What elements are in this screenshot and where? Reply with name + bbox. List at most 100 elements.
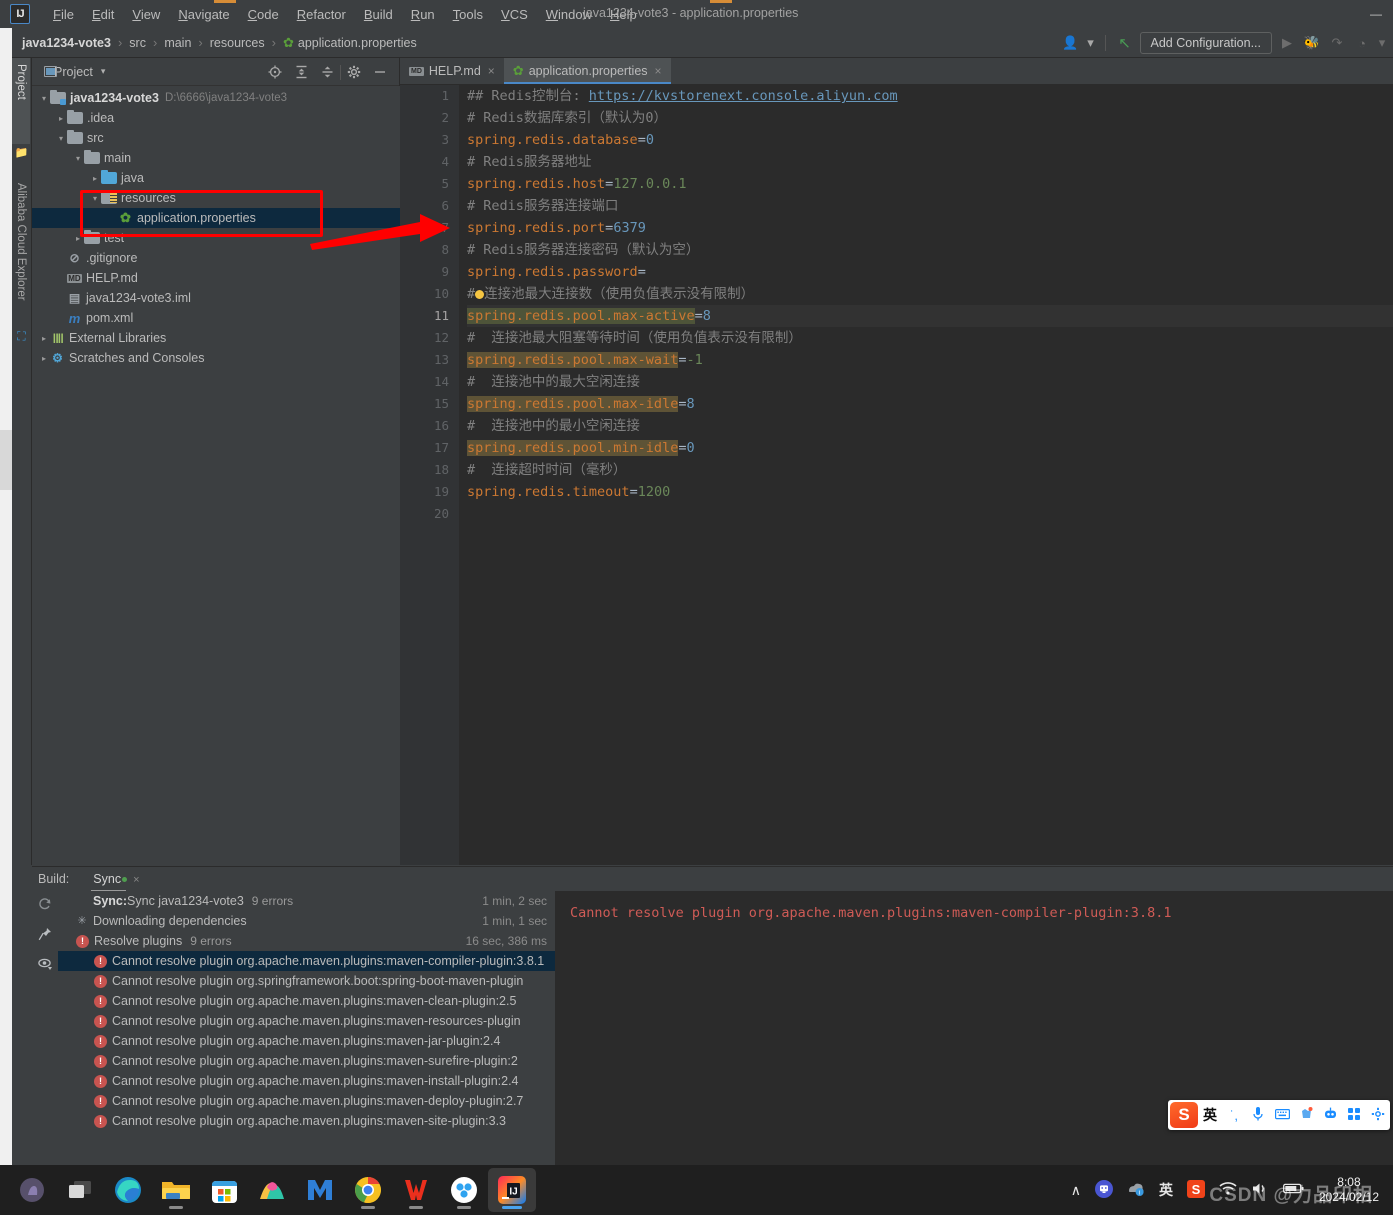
volume-icon[interactable] (1251, 1181, 1269, 1199)
pin-icon[interactable] (38, 927, 52, 944)
code-line[interactable]: # 连接超时时间（毫秒） (467, 459, 1393, 481)
ime-apps-icon[interactable] (1342, 1107, 1366, 1124)
code-line[interactable]: spring.redis.pool.max-active=8 (467, 305, 1393, 327)
tree-node-pom-xml[interactable]: m pom.xml (32, 308, 400, 328)
build-message-row[interactable]: ! Cannot resolve plugin org.apache.maven.… (58, 1071, 555, 1091)
ime-skin-icon[interactable] (1294, 1106, 1318, 1124)
tree-node-java[interactable]: ▸ java (32, 168, 400, 188)
build-message-row[interactable]: ! Cannot resolve plugin org.apache.maven.… (58, 951, 555, 971)
expand-chevron-icon[interactable]: ▾ (38, 94, 50, 103)
profiler-icon[interactable]: ◔ (1352, 36, 1372, 51)
code-content[interactable]: ## Redis控制台: https://kvstorenext.console… (459, 85, 1393, 865)
build-message-row[interactable]: ! Cannot resolve plugin org.apache.maven.… (58, 1051, 555, 1071)
code-line[interactable]: # Redis服务器连接密码（默认为空） (467, 239, 1393, 261)
menu-item-file[interactable]: File (44, 4, 83, 25)
ime-punctuation-icon[interactable]: ˙, (1222, 1108, 1246, 1123)
menu-item-view[interactable]: View (123, 4, 169, 25)
tree-node-java1234-vote3-iml[interactable]: ▤ java1234-vote3.iml (32, 288, 400, 308)
breadcrumb-item-2[interactable]: main (164, 36, 191, 50)
menu-item-edit[interactable]: Edit (83, 4, 123, 25)
add-configuration-button[interactable]: Add Configuration... (1139, 32, 1272, 54)
chevron-down-icon[interactable]: ▾ (1086, 35, 1096, 51)
build-message-row[interactable]: ! Cannot resolve plugin org.springframewo… (58, 971, 555, 991)
taskbar-google-chrome[interactable] (344, 1168, 392, 1212)
build-hammer-icon[interactable]: ↖ (1115, 34, 1135, 52)
expand-chevron-icon[interactable]: ▸ (38, 334, 50, 343)
expand-chevron-icon[interactable]: ▾ (55, 134, 67, 143)
build-message-row[interactable]: ! Resolve plugins 9 errors 16 sec, 386 ms (58, 931, 555, 951)
menu-item-run[interactable]: Run (402, 4, 444, 25)
taskbar-microsoft-edge[interactable] (104, 1168, 152, 1212)
close-icon[interactable]: × (488, 64, 495, 78)
menu-item-tools[interactable]: Tools (444, 4, 492, 25)
show-hidden-icons-icon[interactable]: ∧ (1071, 1182, 1081, 1199)
menu-item-navigate[interactable]: Navigate (169, 4, 238, 25)
tree-node-external-libraries[interactable]: ▸ ‖‖ External Libraries (32, 328, 400, 348)
ime-soft-keyboard-icon[interactable] (1270, 1108, 1294, 1123)
settings-gear-icon[interactable] (341, 58, 367, 86)
code-line[interactable]: spring.redis.database=0 (467, 129, 1393, 151)
eye-toggle-icon[interactable] (37, 957, 53, 974)
code-line[interactable]: spring.redis.pool.max-wait=-1 (467, 349, 1393, 371)
code-line[interactable]: spring.redis.host=127.0.0.1 (467, 173, 1393, 195)
more-chevron-icon[interactable]: ▾ (1377, 35, 1387, 51)
ime-voice-input-icon[interactable] (1246, 1106, 1270, 1125)
editor-tab-application-properties[interactable]: ✿ application.properties × (503, 58, 671, 84)
tree-node-scratches-and-consoles[interactable]: ▸ ⚙ Scratches and Consoles (32, 348, 400, 368)
code-line-empty[interactable] (467, 503, 1393, 525)
hide-panel-icon[interactable] (367, 58, 393, 86)
tree-node--idea[interactable]: ▸ .idea (32, 108, 400, 128)
taskbar-clock[interactable]: 8:08 2024/02/12 (1319, 1175, 1379, 1205)
ime-indicator-icon[interactable]: 英 (1159, 1180, 1173, 1200)
locate-icon[interactable] (262, 58, 288, 86)
sidebar-item-project[interactable]: Project (12, 58, 30, 144)
code-line[interactable]: # 连接池中的最小空闲连接 (467, 415, 1393, 437)
build-messages-tree[interactable]: Sync: Sync java1234-vote3 9 errors 1 min, … (58, 891, 556, 1165)
intention-bulb-icon[interactable] (475, 290, 485, 299)
expand-chevron-icon[interactable]: ▸ (55, 114, 67, 123)
run-with-coverage-icon[interactable]: ↷ (1327, 35, 1347, 51)
build-message-row[interactable]: ✳ Downloading dependencies 1 min, 1 sec (58, 911, 555, 931)
expand-chevron-icon[interactable]: ▸ (38, 354, 50, 363)
expand-all-icon[interactable] (288, 58, 314, 86)
close-icon[interactable]: × (133, 874, 139, 886)
debug-icon[interactable]: 🐝 (1302, 35, 1322, 51)
code-line[interactable]: spring.redis.timeout=1200 (467, 481, 1393, 503)
battery-icon[interactable] (1282, 1182, 1305, 1198)
rerun-icon[interactable] (38, 897, 52, 914)
build-message-row[interactable]: ! Cannot resolve plugin org.apache.maven.… (58, 1031, 555, 1051)
taskbar-microsoft-store[interactable] (200, 1168, 248, 1212)
breadcrumb-item-4[interactable]: ✿ application.properties (283, 35, 417, 51)
qq-icon[interactable] (1094, 1179, 1113, 1201)
menu-item-refactor[interactable]: Refactor (288, 4, 355, 25)
menu-item-vcs[interactable]: VCS (492, 4, 537, 25)
sogou-tray-icon[interactable]: S (1186, 1179, 1205, 1201)
code-line[interactable]: spring.redis.password= (467, 261, 1393, 283)
build-message-row[interactable]: ! Cannot resolve plugin org.apache.maven.… (58, 1011, 555, 1031)
ime-settings-icon[interactable] (1366, 1107, 1390, 1124)
menu-item-build[interactable]: Build (355, 4, 402, 25)
build-message-row[interactable]: ! Cannot resolve plugin org.apache.maven.… (58, 991, 555, 1011)
security-info-icon[interactable]: i (1127, 1181, 1145, 1200)
code-line[interactable]: spring.redis.pool.min-idle=0 (467, 437, 1393, 459)
taskbar-baidu-netdisk[interactable] (440, 1168, 488, 1212)
collapse-all-icon[interactable] (314, 58, 340, 86)
code-line[interactable]: # 连接池中的最大空闲连接 (467, 371, 1393, 393)
build-tab-sync[interactable]: Sync × (91, 869, 141, 892)
comment-url-link[interactable]: https://kvstorenext.console.aliyun.com (589, 88, 898, 104)
breadcrumb-item-3[interactable]: resources (210, 36, 265, 50)
tree-node-help-md[interactable]: MD HELP.md (32, 268, 400, 288)
build-message-row[interactable]: Sync: Sync java1234-vote3 9 errors 1 min, … (58, 891, 555, 911)
profile-icon[interactable]: 👤 (1061, 35, 1081, 51)
project-view-chevron-icon[interactable]: ▾ (101, 66, 106, 77)
taskbar-file-explorer[interactable] (152, 1168, 200, 1212)
code-line[interactable]: spring.redis.port=6379 (467, 217, 1393, 239)
code-line[interactable]: # Redis服务器连接端口 (467, 195, 1393, 217)
expand-chevron-icon[interactable]: ▸ (89, 174, 101, 183)
taskbar-task-view-button[interactable] (56, 1168, 104, 1212)
code-line[interactable]: # 连接池最大阻塞等待时间（使用负值表示没有限制） (467, 327, 1393, 349)
tree-node-main[interactable]: ▾ main (32, 148, 400, 168)
ime-toolbox-icon[interactable] (1318, 1107, 1342, 1123)
menu-item-code[interactable]: Code (239, 4, 288, 25)
ime-language-mode-icon[interactable]: 英 (1198, 1105, 1222, 1125)
